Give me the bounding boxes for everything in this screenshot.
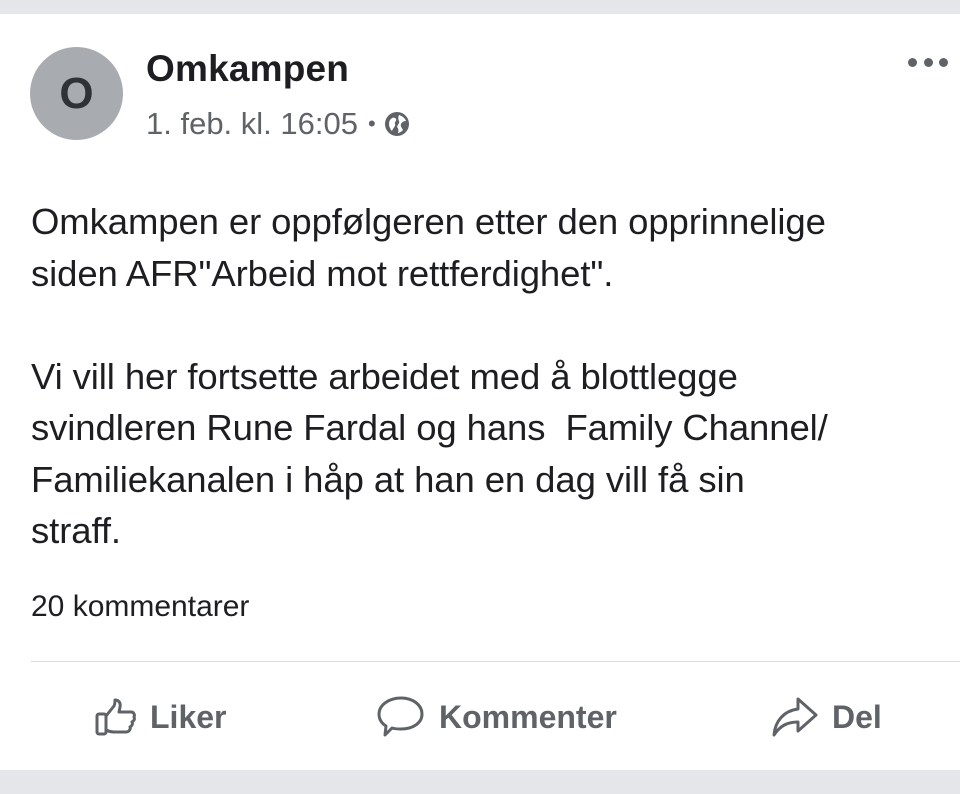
post-meta: 1. feb. kl. 16:05 •	[146, 106, 410, 142]
meta-separator: •	[367, 111, 376, 136]
share-icon	[770, 695, 832, 739]
post-paragraph-2: Vi vill her fortsette arbeidet med å blo…	[31, 355, 828, 552]
comment-button[interactable]: Kommenter	[375, 690, 617, 744]
globe-icon[interactable]	[384, 111, 410, 137]
like-label: Liker	[150, 698, 227, 735]
share-label: Del	[832, 698, 882, 735]
post-card: O Omkampen 1. feb. kl. 16:05 • Omkampen …	[0, 14, 960, 770]
post-body: Omkampen er oppfølgeren etter den opprin…	[31, 196, 956, 557]
actions-divider	[31, 661, 960, 662]
like-button[interactable]: Liker	[94, 690, 226, 744]
share-button[interactable]: Del	[770, 690, 882, 744]
comment-label: Kommenter	[439, 698, 617, 735]
post-timestamp[interactable]: 1. feb. kl. 16:05	[146, 106, 358, 142]
comments-count[interactable]: 20 kommentarer	[31, 590, 249, 624]
more-options-icon[interactable]	[908, 52, 948, 72]
post-paragraph-1: Omkampen er oppfølgeren etter den opprin…	[31, 201, 826, 294]
post-author[interactable]: Omkampen	[146, 48, 349, 90]
comment-icon	[375, 694, 439, 740]
avatar-letter: O	[59, 68, 94, 118]
avatar[interactable]: O	[30, 47, 123, 140]
thumbs-up-icon	[94, 697, 150, 737]
